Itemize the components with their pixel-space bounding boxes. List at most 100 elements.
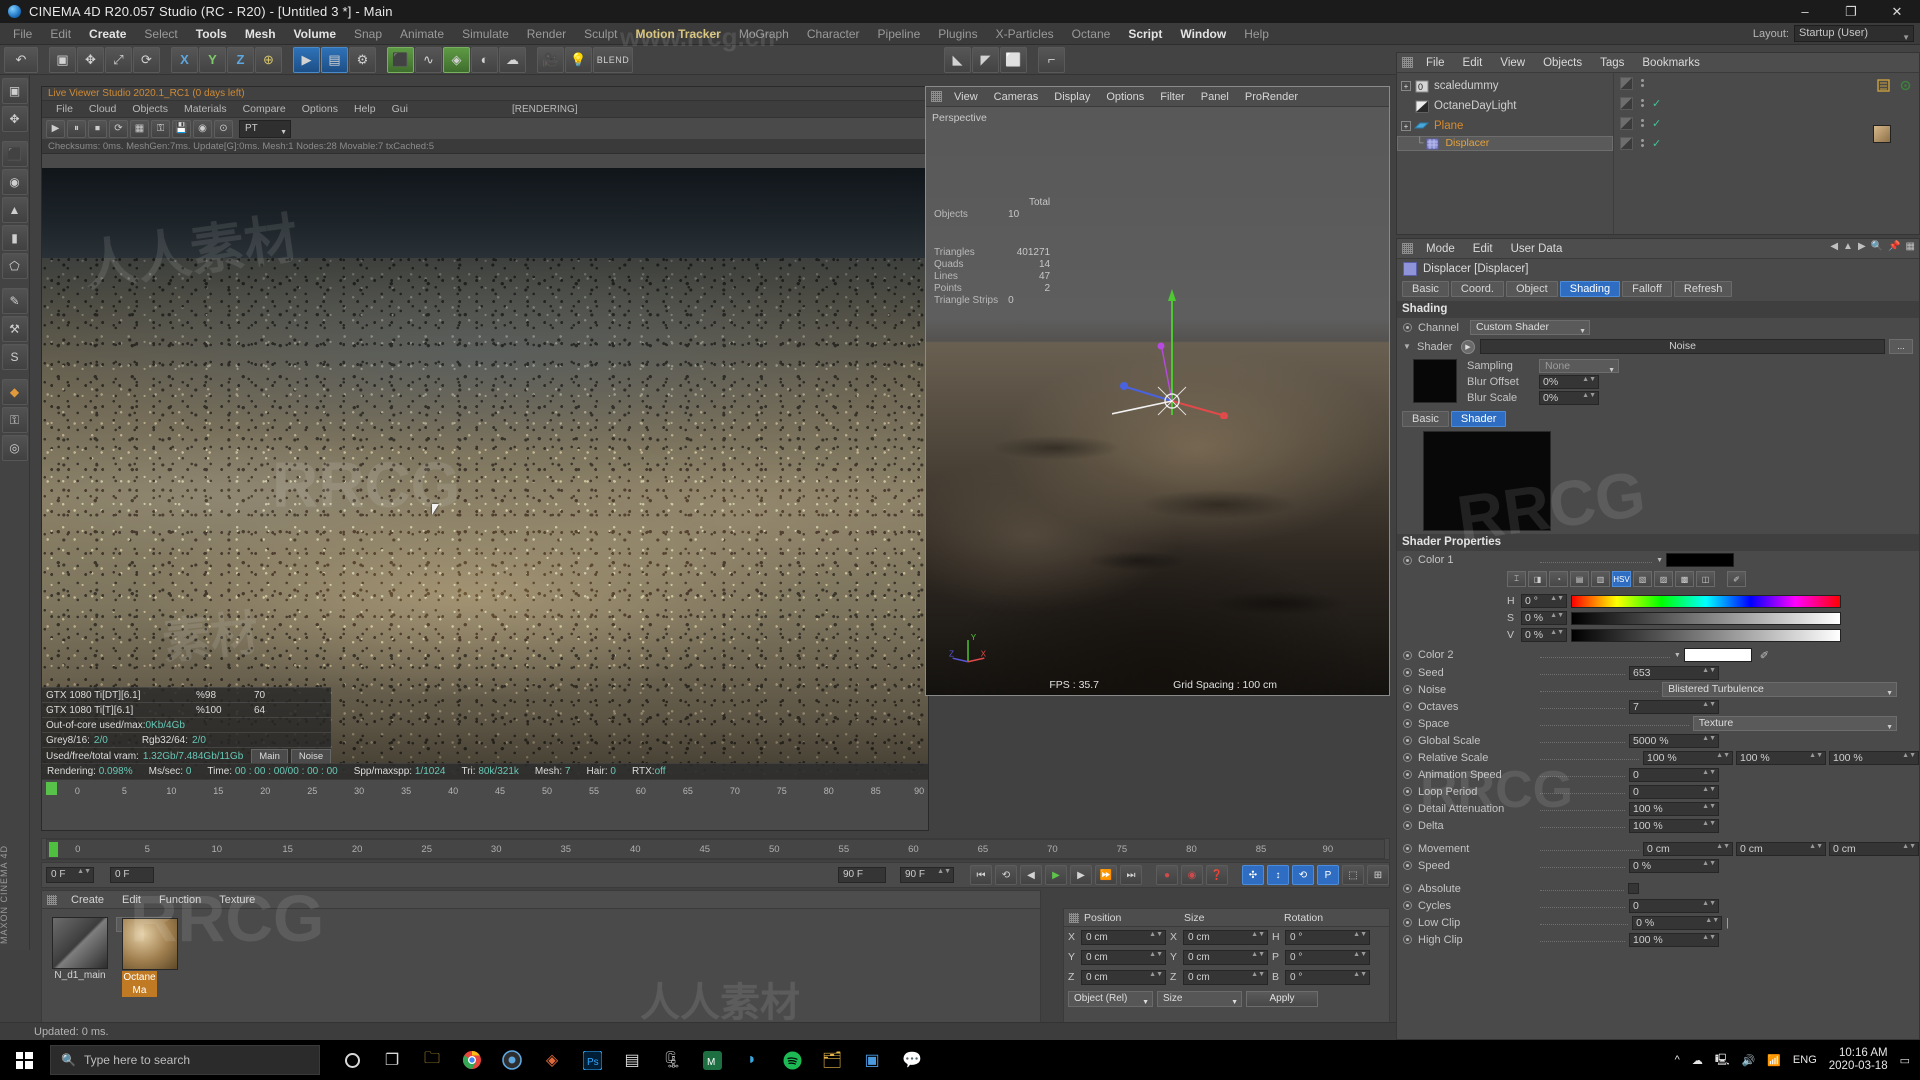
live-viewer-render-canvas[interactable]: 人人素材 RRCG 素材 GTX 1080 Ti[DT][6.1] %98 70… <box>42 168 928 797</box>
deformer-twist-button[interactable]: ◤ <box>972 46 999 73</box>
apply-button[interactable]: Apply <box>1246 991 1318 1007</box>
next-frame-button[interactable]: ▶ <box>1070 865 1092 885</box>
chevron-down-icon[interactable]: ▼ <box>1674 652 1681 659</box>
om-menu-objects[interactable]: Objects <box>1534 57 1591 69</box>
menu-window[interactable]: Window <box>1171 23 1235 45</box>
enabled-check-icon[interactable]: ✓ <box>1652 117 1661 130</box>
space-dropdown[interactable]: Texture ▼ <box>1692 716 1897 731</box>
record-button[interactable]: ● <box>1156 865 1178 885</box>
om-menu-view[interactable]: View <box>1491 57 1534 69</box>
key-param-toggle[interactable]: P <box>1317 865 1339 885</box>
coordinate-mode-dropdown[interactable]: Object (Rel) ▼ <box>1068 991 1153 1007</box>
spinner-icon[interactable]: ▲▼ <box>1353 951 1367 958</box>
tool-live-selection[interactable]: ▣ <box>1 78 28 104</box>
previous-frame-button[interactable]: ◀ <box>1020 865 1042 885</box>
menu-sculpt[interactable]: Sculpt <box>575 23 626 45</box>
lv-reload-button[interactable]: ⟳ <box>109 119 128 138</box>
keyframe-help-button[interactable]: ❓ <box>1206 865 1228 885</box>
speed-anim-dot[interactable] <box>1403 861 1412 870</box>
am-menu-mode[interactable]: Mode <box>1417 243 1464 255</box>
vp-menu-prorender[interactable]: ProRender <box>1237 91 1306 103</box>
seed-anim-dot[interactable] <box>1403 668 1412 677</box>
expand-icon[interactable]: + <box>1401 81 1411 91</box>
tool-move[interactable]: ✥ <box>1 106 28 132</box>
value-gradient-slider[interactable] <box>1571 628 1841 642</box>
add-environment-button[interactable]: ☁ <box>499 46 526 73</box>
inner-tab-shader[interactable]: Shader <box>1450 410 1507 427</box>
panel-grip-icon[interactable] <box>931 91 942 102</box>
spinner-icon[interactable]: ▲▼ <box>1251 971 1265 978</box>
current-frame-field[interactable]: 0 F ▲▼ <box>46 867 94 883</box>
lv-focus-button[interactable]: ⊙ <box>214 119 233 138</box>
key-position-toggle[interactable]: ✣ <box>1242 865 1264 885</box>
tool-cone-primitive[interactable]: ▲ <box>1 197 28 223</box>
start-button[interactable] <box>0 1040 48 1080</box>
axis-x-button[interactable]: X <box>171 46 198 73</box>
position-y-field[interactable]: 0 cm ▲▼ <box>1081 949 1166 965</box>
play-backwards-button[interactable]: ⟲ <box>995 865 1017 885</box>
spinner-icon[interactable]: ▲▼ <box>937 868 951 875</box>
tray-monitor-icon[interactable]: 🖳 <box>1715 1051 1730 1070</box>
key-scale-toggle[interactable]: ↕ <box>1267 865 1289 885</box>
color-wheel-mode-button[interactable]: ◔ <box>1549 571 1568 587</box>
inner-tab-basic[interactable]: Basic <box>1402 410 1449 427</box>
lv-region-button[interactable]: ▦ <box>130 119 149 138</box>
spinner-icon[interactable]: ▲▼ <box>1149 931 1163 938</box>
eyedropper-icon[interactable]: ✐ <box>1760 649 1769 662</box>
spinner-icon[interactable]: ▲▼ <box>1702 934 1716 941</box>
tool-cube-primitive[interactable]: ⬛ <box>1 141 28 167</box>
key-tangent-toggle[interactable]: ⊞ <box>1367 865 1389 885</box>
add-generator-button[interactable]: ◈ <box>443 46 470 73</box>
photoshop-icon[interactable]: Ps <box>574 1040 610 1080</box>
menu-create[interactable]: Create <box>80 23 135 45</box>
blur-scale-field[interactable]: 0% ▲▼ <box>1539 391 1599 405</box>
menu-simulate[interactable]: Simulate <box>453 23 518 45</box>
eyedropper-icon[interactable]: ✐ <box>1727 571 1746 587</box>
tab-refresh[interactable]: Refresh <box>1673 280 1733 297</box>
spinner-icon[interactable]: ▲▼ <box>77 868 91 875</box>
color-mixer-mode-button[interactable]: ▨ <box>1654 571 1673 587</box>
sampling-dropdown[interactable]: None ▼ <box>1539 359 1619 374</box>
menu-help[interactable]: Help <box>1235 23 1278 45</box>
spinner-icon[interactable]: ▲▼ <box>1149 971 1163 978</box>
blur-offset-field[interactable]: 0% ▲▼ <box>1539 375 1599 389</box>
lv-menu-options[interactable]: Options <box>294 103 346 115</box>
lv-stop-button[interactable]: ⏹ <box>88 119 107 138</box>
add-light-button[interactable]: 💡 <box>565 46 592 73</box>
position-z-field[interactable]: 0 cm ▲▼ <box>1081 969 1166 985</box>
vp-menu-options[interactable]: Options <box>1098 91 1152 103</box>
material-item-0[interactable]: N_d1_main <box>52 917 108 981</box>
nav-search-icon[interactable]: 🔍 <box>1871 241 1883 252</box>
movement-anim-dot[interactable] <box>1403 844 1412 853</box>
vp-menu-cameras[interactable]: Cameras <box>986 91 1047 103</box>
saturation-gradient-slider[interactable] <box>1571 611 1841 625</box>
task-view-icon[interactable]: ❐ <box>374 1040 410 1080</box>
menu-mograph[interactable]: MoGraph <box>730 23 798 45</box>
lv-menu-cloud[interactable]: Cloud <box>81 103 124 115</box>
channel-dropdown[interactable]: Custom Shader ▼ <box>1470 320 1590 335</box>
menu-xparticles[interactable]: X-Particles <box>987 23 1063 45</box>
global-scale-field[interactable]: 5000 % ▲▼ <box>1629 733 1719 748</box>
spinner-icon[interactable]: ▲▼ <box>1702 820 1716 827</box>
space-anim-dot[interactable] <box>1403 719 1412 728</box>
panel-grip-icon[interactable] <box>1402 57 1413 68</box>
color-hsv-mode-button[interactable]: HSV <box>1612 571 1631 587</box>
noise-preview-image[interactable] <box>1423 431 1551 531</box>
spinner-icon[interactable]: ▲▼ <box>1251 951 1265 958</box>
chat-icon[interactable]: 💬 <box>894 1040 930 1080</box>
tab-falloff[interactable]: Falloff <box>1622 280 1672 297</box>
spinner-icon[interactable]: ▲▼ <box>1702 786 1716 793</box>
om-menu-bookmarks[interactable]: Bookmarks <box>1633 57 1709 69</box>
low-clip-field[interactable]: 0 % ▲▼ <box>1632 915 1723 930</box>
lv-menu-materials[interactable]: Materials <box>176 103 235 115</box>
tool-octane-s[interactable]: S <box>1 344 28 370</box>
menu-select[interactable]: Select <box>135 23 186 45</box>
relative-scale-x-field[interactable]: 100 % ▲▼ <box>1643 750 1733 765</box>
color-palette-mode-button[interactable]: ▩ <box>1675 571 1694 587</box>
high-clip-field[interactable]: 100 % ▲▼ <box>1629 932 1719 947</box>
spinner-icon[interactable]: ▲▼ <box>1716 752 1730 759</box>
menu-pipeline[interactable]: Pipeline <box>869 23 930 45</box>
cinema4d-taskbar-icon[interactable] <box>494 1040 530 1080</box>
shader-name-field[interactable]: Noise <box>1480 339 1885 354</box>
visibility-dots-icon[interactable] <box>1641 79 1644 87</box>
